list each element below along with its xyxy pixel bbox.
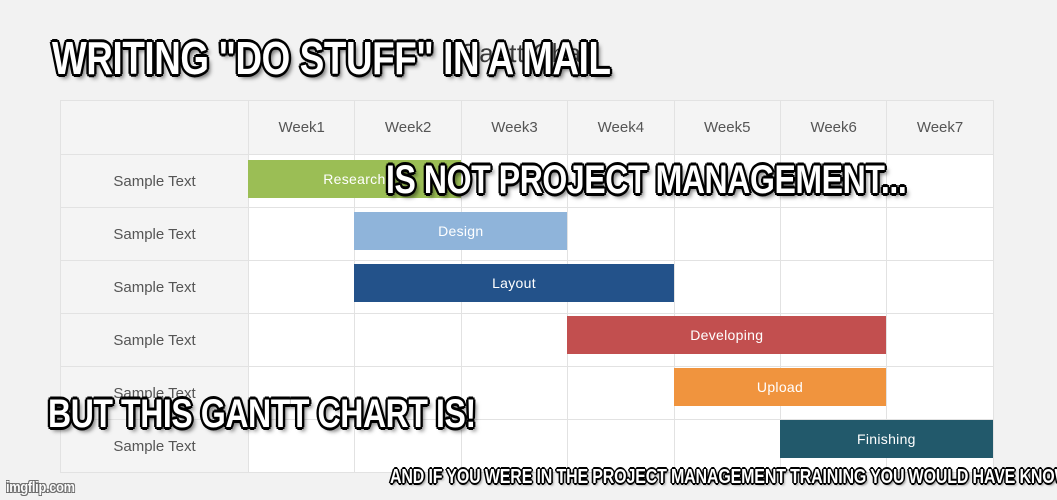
table-header-row: Week1 Week2 Week3 Week4 Week5 Week6 Week… [60,100,994,155]
gantt-cell [673,207,781,261]
gantt-cell [460,366,569,420]
gantt-cell [673,260,781,314]
row-label: Sample Text [60,313,249,367]
gantt-cell [247,207,356,261]
gantt-cell [886,366,994,420]
column-header-week5: Week5 [673,100,781,155]
gantt-cell [567,313,675,367]
gantt-cell [354,207,462,261]
gantt-cell [354,313,462,367]
gantt-cell [567,419,675,473]
imgflip-watermark: imgflip.com [6,479,75,496]
gantt-cell [886,260,994,314]
gantt-cell [779,260,888,314]
gantt-cell [567,207,675,261]
gantt-cell [886,313,994,367]
gantt-cell [460,419,569,473]
meme-caption-second: IS NOT PROJECT MANAGEMENT... [386,158,907,202]
gantt-cell [567,366,675,420]
row-label: Sample Text [60,154,249,208]
gantt-cell [673,366,781,420]
meme-caption-third: BUT THIS GANTT CHART IS! [48,392,476,436]
column-header-week7: Week7 [886,100,994,155]
meme-caption-bottom: AND IF YOU WERE IN THE PROJECT MANAGEMEN… [390,466,1057,488]
meme-canvas: Gantt Chart Week1 Week2 Week3 Week4 Week… [0,0,1057,500]
gantt-table-head: Week1 Week2 Week3 Week4 Week5 Week6 Week… [60,100,994,155]
gantt-cell [779,207,888,261]
column-header-week6: Week6 [779,100,888,155]
gantt-cell [354,260,462,314]
table-corner-cell [60,100,249,155]
gantt-cell [247,313,356,367]
table-row: Sample Text [60,260,994,314]
gantt-cell [779,419,888,473]
gantt-cell [460,207,569,261]
column-header-week1: Week1 [247,100,356,155]
row-label: Sample Text [60,207,249,261]
table-row: Sample Text [60,313,994,367]
column-header-week3: Week3 [460,100,569,155]
gantt-cell [779,366,888,420]
gantt-cell [247,154,356,208]
gantt-cell [673,313,781,367]
meme-caption-top: WRITING "DO STUFF" IN A MAIL [52,32,611,84]
gantt-cell [673,419,781,473]
gantt-cell [247,260,356,314]
table-row: Sample Text [60,207,994,261]
gantt-cell [779,313,888,367]
column-header-week2: Week2 [354,100,462,155]
gantt-cell [460,260,569,314]
gantt-cell [886,419,994,473]
gantt-cell [567,260,675,314]
column-header-week4: Week4 [567,100,675,155]
gantt-cell [886,207,994,261]
gantt-cell [460,313,569,367]
row-label: Sample Text [60,260,249,314]
